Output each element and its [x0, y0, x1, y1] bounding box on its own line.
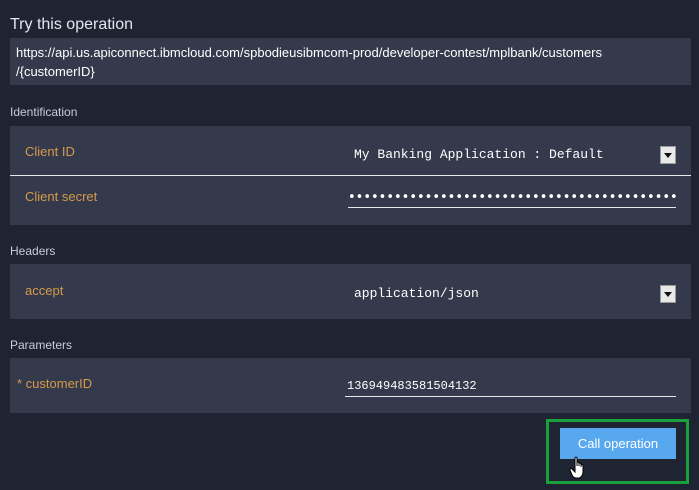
chevron-down-icon[interactable]: [660, 146, 676, 164]
client-id-value: My Banking Application : Default: [354, 147, 604, 162]
headers-heading: Headers: [10, 244, 56, 258]
parameters-heading: Parameters: [10, 338, 73, 352]
customer-id-label: * customerID: [17, 376, 93, 391]
customer-id-input[interactable]: [345, 375, 676, 397]
accept-row: accept application/json: [10, 269, 691, 313]
customer-id-row: * customerID: [10, 362, 691, 406]
accept-select[interactable]: application/json: [348, 283, 676, 305]
accept-label: accept: [25, 283, 64, 298]
parameters-panel: * customerID: [10, 358, 691, 413]
identification-heading: Identification: [10, 105, 78, 119]
url-line-2: /{customerID}: [16, 64, 95, 79]
page-title: Try this operation: [10, 16, 134, 33]
chevron-down-icon[interactable]: [660, 285, 676, 303]
client-secret-row: Client secret ••••••••••••••••••••••••••…: [10, 176, 691, 220]
client-secret-input[interactable]: ••••••••••••••••••••••••••••••••••••••••…: [348, 188, 676, 208]
hand-pointer-icon: [569, 456, 589, 485]
identification-panel: Client ID My Banking Application : Defau…: [10, 126, 691, 225]
headers-panel: accept application/json: [10, 264, 691, 319]
url-line-1: https://api.us.apiconnect.ibmcloud.com/s…: [16, 45, 603, 60]
accept-value: application/json: [354, 286, 479, 301]
client-id-select[interactable]: My Banking Application : Default: [348, 144, 676, 166]
client-secret-label: Client secret: [25, 189, 98, 204]
operation-url: https://api.us.apiconnect.ibmcloud.com/s…: [10, 38, 691, 85]
client-id-row: Client ID My Banking Application : Defau…: [10, 130, 691, 174]
client-id-label: Client ID: [25, 144, 75, 159]
call-operation-button[interactable]: Call operation: [560, 428, 676, 459]
